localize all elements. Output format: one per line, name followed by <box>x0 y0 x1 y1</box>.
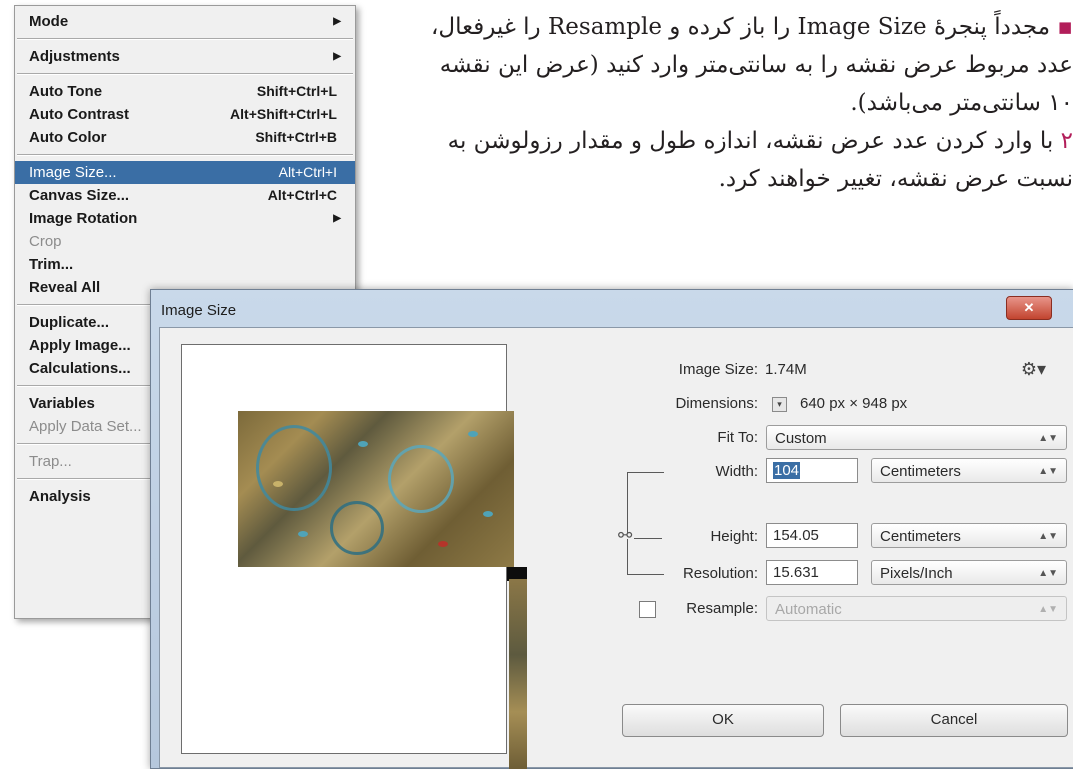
resolution-label: Resolution: <box>682 565 758 582</box>
image-size-label: Image Size: <box>678 361 758 378</box>
resolution-unit-value: Pixels/Inch <box>880 565 953 582</box>
instruction-line-1: ▪ مجدداً پنجرهٔ Image Size را باز کرده و… <box>333 8 1073 46</box>
constrain-proportions-icon[interactable]: ⚯ <box>618 526 632 546</box>
select-arrows-icon: ▲▼ <box>1038 604 1058 615</box>
width-value: 104 <box>773 462 801 479</box>
submenu-arrow-icon: ▶ <box>333 213 341 224</box>
gear-icon[interactable]: ⚙▾ <box>1021 359 1046 380</box>
instruction-line-5: نسبت عرض نقشه، تغییر خواهند کرد. <box>718 166 1073 192</box>
image-size-value: 1.74M <box>765 361 807 378</box>
dimensions-value: 640 px × 948 px <box>800 395 908 412</box>
instruction-line-3: ۱۰ سانتی‌متر می‌باشد). <box>850 90 1073 116</box>
shortcut-label: Shift+Ctrl+L <box>256 83 337 99</box>
link-bracket-middle <box>634 538 662 539</box>
width-input[interactable]: 104 <box>766 458 858 483</box>
link-bracket-top <box>627 472 664 533</box>
close-button[interactable]: ✕ <box>1006 296 1052 320</box>
close-icon: ✕ <box>1023 300 1035 315</box>
fit-to-value: Custom <box>775 430 827 447</box>
shortcut-label: Alt+Ctrl+I <box>278 164 337 180</box>
instruction-line-4: ۲ با وارد کردن عدد عرض نقشه، اندازه طول … <box>333 122 1073 160</box>
resolution-unit-select[interactable]: Pixels/Inch ▲▼ <box>871 560 1067 585</box>
resolution-input[interactable]: 15.631 <box>766 560 858 585</box>
height-label: Height: <box>710 528 758 545</box>
menu-item-adjustments[interactable]: Adjustments ▶ <box>15 45 355 68</box>
menu-item-mode[interactable]: Mode ▶ <box>15 10 355 33</box>
menu-item-trim[interactable]: Trim... <box>15 253 355 276</box>
resample-checkbox[interactable] <box>639 601 656 618</box>
image-preview[interactable] <box>181 344 527 769</box>
height-value: 154.05 <box>773 527 819 544</box>
fit-to-select[interactable]: Custom ▲▼ <box>766 425 1067 450</box>
menu-separator <box>17 154 353 156</box>
height-input[interactable]: 154.05 <box>766 523 858 548</box>
height-unit-value: Centimeters <box>880 528 961 545</box>
select-arrows-icon: ▲▼ <box>1038 531 1058 542</box>
image-size-dialog: Image Size ✕ Image Size: 1.74M ⚙▾ Dimens… <box>150 289 1073 769</box>
dimensions-label: Dimensions: <box>675 395 758 412</box>
dialog-title: Image Size <box>161 302 237 319</box>
resample-method-value: Automatic <box>775 601 842 618</box>
dialog-body: Image Size: 1.74M ⚙▾ Dimensions: ▾ 640 p… <box>159 327 1073 769</box>
menu-item-auto-contrast[interactable]: Auto Contrast Alt+Shift+Ctrl+L <box>15 103 355 126</box>
shortcut-label: Alt+Ctrl+C <box>267 187 337 203</box>
height-unit-select[interactable]: Centimeters ▲▼ <box>871 523 1067 548</box>
select-arrows-icon: ▲▼ <box>1038 466 1058 477</box>
dimensions-unit-toggle[interactable]: ▾ <box>772 397 787 412</box>
menu-item-crop[interactable]: Crop <box>15 230 355 253</box>
width-label: Width: <box>715 463 758 480</box>
cancel-button[interactable]: Cancel <box>840 704 1068 737</box>
menu-item-image-rotation[interactable]: Image Rotation ▶ <box>15 207 355 230</box>
fit-to-label: Fit To: <box>717 429 758 446</box>
link-bracket-bottom <box>627 539 664 575</box>
step-number: ۲ <box>1060 128 1073 154</box>
resample-label: Resample: <box>686 600 758 617</box>
submenu-arrow-icon: ▶ <box>333 16 341 27</box>
width-unit-value: Centimeters <box>880 463 961 480</box>
resolution-value: 15.631 <box>773 564 819 581</box>
instruction-line-1-text: مجدداً پنجرهٔ Image Size را باز کرده و R… <box>430 14 1051 40</box>
instruction-text: ▪ مجدداً پنجرهٔ Image Size را باز کرده و… <box>333 8 1073 198</box>
submenu-arrow-icon: ▶ <box>333 51 341 62</box>
select-arrows-icon: ▲▼ <box>1038 433 1058 444</box>
menu-item-auto-tone[interactable]: Auto Tone Shift+Ctrl+L <box>15 80 355 103</box>
select-arrows-icon: ▲▼ <box>1038 568 1058 579</box>
ok-button[interactable]: OK <box>622 704 824 737</box>
resample-method-select[interactable]: Automatic ▲▼ <box>766 596 1067 621</box>
width-unit-select[interactable]: Centimeters ▲▼ <box>871 458 1067 483</box>
instruction-line-2: عدد مربوط عرض نقشه را به سانتی‌متر وارد … <box>439 52 1073 78</box>
shortcut-label: Shift+Ctrl+B <box>255 129 337 145</box>
menu-item-auto-color[interactable]: Auto Color Shift+Ctrl+B <box>15 126 355 149</box>
menu-item-canvas-size[interactable]: Canvas Size... Alt+Ctrl+C <box>15 184 355 207</box>
bullet-icon: ▪ <box>1057 14 1073 40</box>
menu-separator <box>17 38 353 40</box>
menu-item-image-size[interactable]: Image Size... Alt+Ctrl+I <box>15 161 355 184</box>
preview-image <box>238 411 514 567</box>
chevron-down-icon: ▾ <box>777 399 782 409</box>
preview-image-part <box>509 579 527 769</box>
shortcut-label: Alt+Shift+Ctrl+L <box>230 106 337 122</box>
instruction-line-4-text: با وارد کردن عدد عرض نقشه، اندازه طول و … <box>447 128 1061 154</box>
menu-separator <box>17 73 353 75</box>
